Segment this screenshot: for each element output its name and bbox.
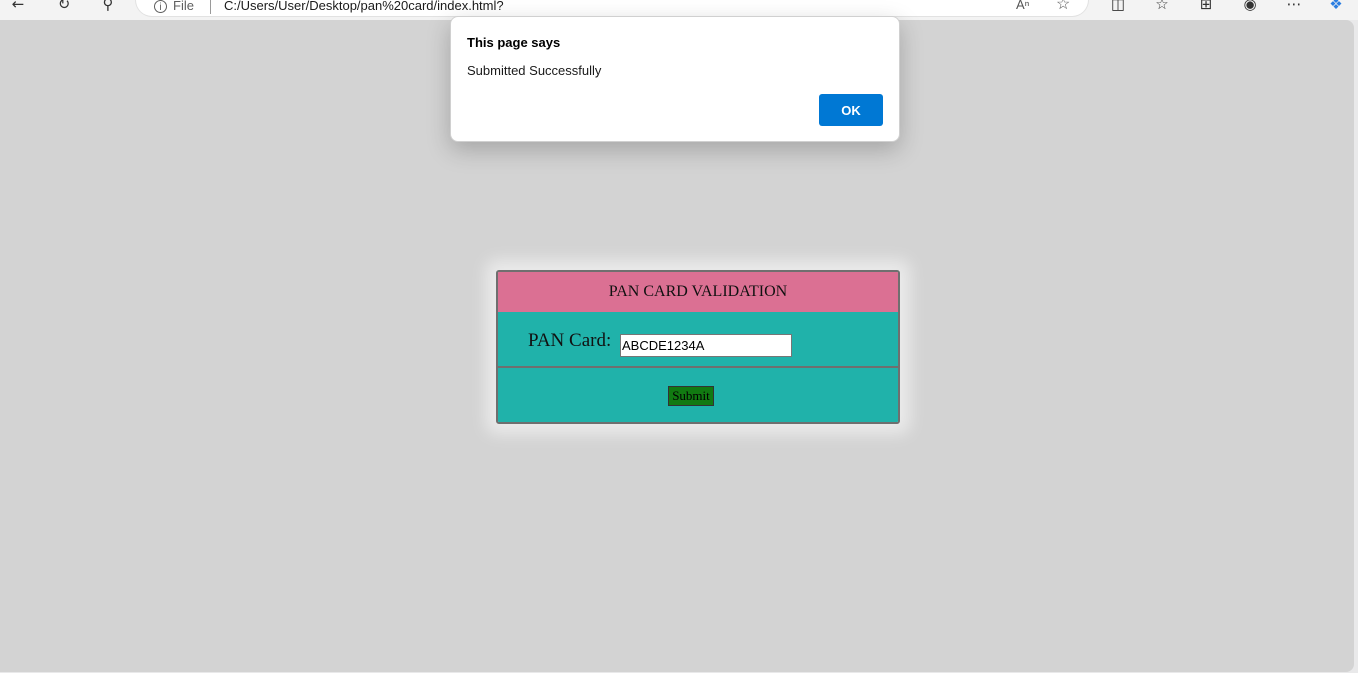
- alert-title: This page says: [467, 35, 561, 50]
- copilot-icon[interactable]: ❖: [1326, 0, 1346, 14]
- read-aloud-icon[interactable]: Aⁿ: [1016, 0, 1029, 12]
- pan-validation-form: PAN CARD VALIDATION PAN Card: Submit: [496, 270, 900, 424]
- collections-icon[interactable]: ⊞: [1196, 0, 1216, 14]
- extensions-icon[interactable]: ◉: [1240, 0, 1260, 14]
- back-icon[interactable]: ←: [8, 0, 28, 14]
- refresh-icon[interactable]: ↻: [54, 0, 74, 14]
- form-title: PAN CARD VALIDATION: [498, 272, 898, 312]
- split-screen-icon[interactable]: ◫: [1108, 0, 1128, 14]
- info-icon: i: [154, 0, 167, 13]
- site-info[interactable]: i File: [154, 0, 194, 16]
- search-icon[interactable]: ⚲: [98, 0, 118, 14]
- pan-card-input[interactable]: [620, 334, 792, 357]
- favorite-icon[interactable]: ☆: [1056, 0, 1070, 14]
- site-info-label: File: [173, 0, 194, 13]
- address-bar[interactable]: i File C:/Users/User/Desktop/pan%20card/…: [136, 0, 1088, 16]
- pan-card-row: PAN Card:: [498, 312, 898, 368]
- submit-button[interactable]: Submit: [668, 386, 714, 406]
- pan-card-label: PAN Card:: [528, 330, 612, 351]
- alert-dialog: This page says Submitted Successfully OK: [450, 16, 900, 142]
- ok-button[interactable]: OK: [819, 94, 883, 126]
- submit-row: Submit: [498, 368, 898, 422]
- favorites-list-icon[interactable]: ☆: [1152, 0, 1172, 14]
- alert-message: Submitted Successfully: [467, 63, 602, 78]
- url-text[interactable]: C:/Users/User/Desktop/pan%20card/index.h…: [224, 0, 504, 16]
- address-separator: [210, 0, 211, 14]
- more-icon[interactable]: ⋯: [1284, 0, 1304, 14]
